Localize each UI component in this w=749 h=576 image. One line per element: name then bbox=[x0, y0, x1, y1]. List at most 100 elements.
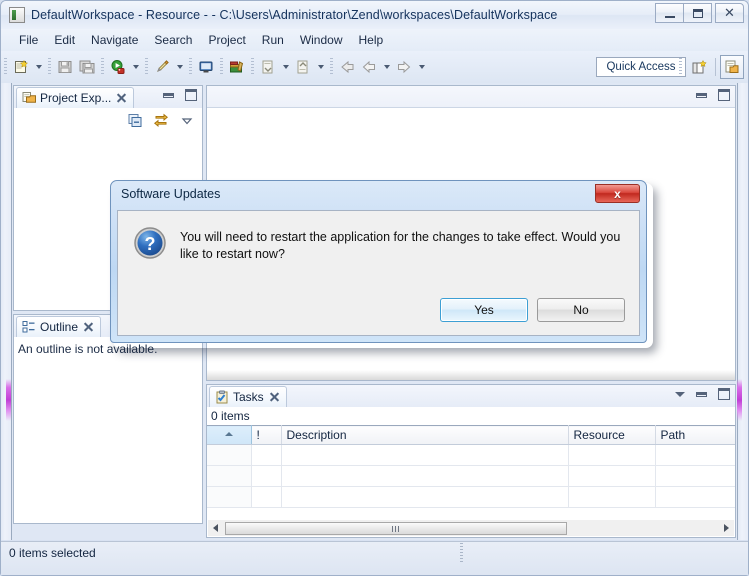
toolbar-grip-2[interactable] bbox=[48, 58, 51, 76]
tasks-tabbar: Tasks bbox=[207, 385, 735, 407]
toolbar-grip-5[interactable] bbox=[189, 58, 192, 76]
maximize-icon[interactable] bbox=[184, 88, 198, 102]
resource-perspective-icon bbox=[725, 60, 739, 73]
scroll-right-arrow-icon[interactable] bbox=[719, 521, 734, 536]
column-header-path[interactable]: Path bbox=[655, 425, 735, 445]
collapse-all-button[interactable] bbox=[126, 111, 144, 129]
view-menu-icon[interactable] bbox=[673, 387, 687, 401]
tasks-horizontal-scrollbar[interactable] bbox=[208, 520, 734, 536]
editor-shade bbox=[207, 370, 735, 380]
statusbar-inner: 0 items selected bbox=[5, 543, 744, 563]
menu-window[interactable]: Window bbox=[292, 31, 351, 49]
dialog-title: Software Updates bbox=[121, 187, 221, 201]
tasks-table-body bbox=[207, 444, 735, 508]
toolbar-grip[interactable] bbox=[4, 58, 7, 76]
menu-search[interactable]: Search bbox=[146, 31, 200, 49]
previous-annotation-dropdown[interactable] bbox=[314, 56, 327, 78]
scrollbar-thumb[interactable] bbox=[225, 521, 567, 535]
view-menu-icon bbox=[181, 117, 192, 124]
debug-dropdown[interactable] bbox=[173, 56, 186, 78]
column-header-resource[interactable]: Resource bbox=[568, 425, 656, 445]
quick-access-input[interactable]: Quick Access bbox=[596, 57, 686, 77]
new-wizard-button[interactable] bbox=[10, 56, 32, 78]
toolbar-grip-4[interactable] bbox=[145, 58, 148, 76]
menu-edit[interactable]: Edit bbox=[46, 31, 83, 49]
close-icon[interactable] bbox=[83, 322, 94, 333]
next-annotation-dropdown[interactable] bbox=[279, 56, 292, 78]
menu-run[interactable]: Run bbox=[254, 31, 292, 49]
forward-button[interactable] bbox=[393, 56, 415, 78]
scrollbar-track[interactable] bbox=[223, 520, 719, 536]
collapse-all-icon bbox=[128, 113, 141, 127]
status-message: 0 items selected bbox=[9, 546, 96, 560]
link-with-editor-button[interactable] bbox=[152, 111, 170, 129]
minimize-button[interactable] bbox=[655, 3, 684, 23]
close-icon[interactable] bbox=[116, 93, 127, 104]
tab-label: Project Exp... bbox=[40, 91, 112, 105]
save-all-button[interactable] bbox=[76, 56, 98, 78]
forward-dropdown[interactable] bbox=[415, 56, 428, 78]
close-icon: ✕ bbox=[724, 5, 735, 20]
tasks-table-header-row: ! Description Resource Path bbox=[207, 425, 735, 445]
column-header-check[interactable] bbox=[207, 425, 252, 445]
no-button[interactable]: No bbox=[537, 298, 625, 322]
toolbar-grip-7[interactable] bbox=[251, 58, 254, 76]
toolbar-grip-3[interactable] bbox=[101, 58, 104, 76]
last-edit-icon bbox=[341, 60, 354, 74]
table-row[interactable] bbox=[207, 486, 735, 508]
dialog-content: ? You will need to restart the applicati… bbox=[117, 210, 640, 336]
resource-perspective-button[interactable] bbox=[720, 55, 744, 79]
yes-button[interactable]: Yes bbox=[440, 298, 528, 322]
console-button[interactable] bbox=[195, 56, 217, 78]
back-button[interactable] bbox=[358, 56, 380, 78]
last-edit-location-button[interactable] bbox=[336, 56, 358, 78]
maximize-icon[interactable] bbox=[717, 387, 731, 401]
new-wizard-dropdown[interactable] bbox=[32, 56, 45, 78]
tab-outline[interactable]: Outline bbox=[16, 316, 102, 337]
menu-project[interactable]: Project bbox=[200, 31, 253, 49]
debug-button[interactable] bbox=[151, 56, 173, 78]
open-perspective-button[interactable] bbox=[687, 55, 711, 79]
close-button[interactable]: ✕ bbox=[715, 3, 744, 23]
menu-help[interactable]: Help bbox=[351, 31, 392, 49]
table-row[interactable] bbox=[207, 444, 735, 466]
cell-resource bbox=[568, 465, 656, 487]
column-header-priority[interactable]: ! bbox=[251, 425, 282, 445]
menu-navigate[interactable]: Navigate bbox=[83, 31, 146, 49]
library-button[interactable] bbox=[226, 56, 248, 78]
view-menu-button[interactable] bbox=[178, 111, 196, 129]
maximize-icon[interactable] bbox=[717, 88, 731, 102]
window-controls: ✕ bbox=[655, 3, 744, 23]
toolbar-grip-8[interactable] bbox=[330, 58, 333, 76]
statusbar-divider bbox=[1, 541, 748, 542]
maximize-button[interactable] bbox=[683, 3, 712, 23]
cell-description bbox=[281, 486, 569, 508]
column-header-description[interactable]: Description bbox=[281, 425, 569, 445]
tab-tasks[interactable]: Tasks bbox=[209, 386, 287, 407]
tab-project-explorer[interactable]: Project Exp... bbox=[16, 87, 135, 108]
minimize-icon[interactable] bbox=[695, 387, 709, 401]
table-row[interactable] bbox=[207, 465, 735, 487]
scroll-left-arrow-icon[interactable] bbox=[208, 521, 223, 536]
back-dropdown[interactable] bbox=[380, 56, 393, 78]
menu-file[interactable]: File bbox=[11, 31, 46, 49]
editor-tabbar bbox=[207, 86, 735, 108]
left-fast-view-bar[interactable] bbox=[1, 83, 12, 540]
run-button[interactable] bbox=[107, 56, 129, 78]
column-label: Resource bbox=[573, 428, 625, 442]
perspective-grip[interactable] bbox=[679, 58, 682, 76]
toolbar-grip-6[interactable] bbox=[220, 58, 223, 76]
run-dropdown[interactable] bbox=[129, 56, 142, 78]
save-button[interactable] bbox=[54, 56, 76, 78]
minimize-icon[interactable] bbox=[695, 88, 709, 102]
tab-label: Outline bbox=[40, 320, 79, 334]
minimize-icon[interactable] bbox=[162, 88, 176, 102]
tab-label: Tasks bbox=[233, 390, 264, 404]
statusbar-grip[interactable] bbox=[460, 543, 463, 563]
previous-annotation-button[interactable] bbox=[292, 56, 314, 78]
right-fast-view-bar[interactable] bbox=[737, 83, 748, 540]
dialog-close-button[interactable]: x bbox=[595, 184, 640, 203]
next-annotation-icon bbox=[262, 60, 273, 74]
next-annotation-button[interactable] bbox=[257, 56, 279, 78]
close-icon[interactable] bbox=[269, 392, 280, 403]
